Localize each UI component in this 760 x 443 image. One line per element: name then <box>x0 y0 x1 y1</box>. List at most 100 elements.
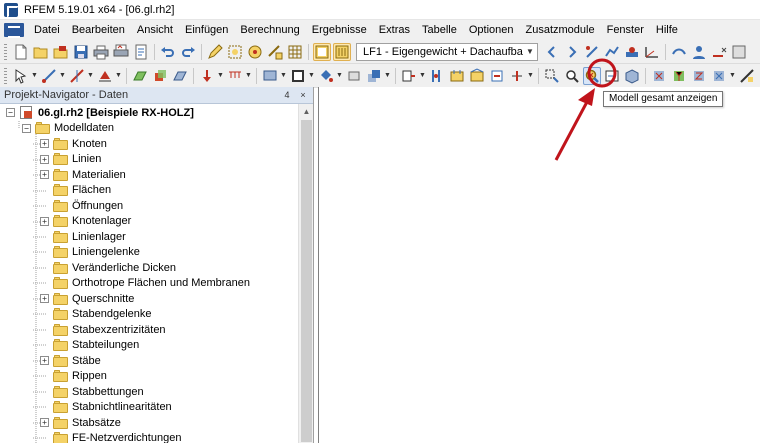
tree-row-item[interactable]: + Stabsätze <box>40 415 121 431</box>
pin-icon[interactable]: 4 <box>281 89 293 101</box>
zoom-button[interactable] <box>563 67 581 85</box>
navigator-scrollbar[interactable]: ▲ <box>298 104 313 443</box>
tree-row-project[interactable]: − 06.gl.rh2 [Beispiele RX-HOLZ] <box>6 105 194 121</box>
chevron-down-icon[interactable]: ▼ <box>115 67 122 85</box>
expand-icon[interactable]: + <box>40 418 49 428</box>
chevron-down-icon[interactable]: ▼ <box>308 67 315 85</box>
tree-row-item[interactable]: + Querschnitte <box>40 291 134 307</box>
print-button[interactable] <box>92 43 110 61</box>
tree-row-item[interactable]: Stabexzentrizitäten <box>40 322 166 338</box>
collapse-icon[interactable]: − <box>6 108 15 118</box>
line-tool-button[interactable] <box>40 67 58 85</box>
report-button[interactable] <box>132 43 150 61</box>
xyz-view-button[interactable] <box>643 43 661 61</box>
load-numbering-button[interactable] <box>508 67 526 85</box>
line-load-button[interactable] <box>226 67 244 85</box>
expand-icon[interactable]: + <box>40 154 49 164</box>
zoom-window-button[interactable] <box>543 67 561 85</box>
tree-row-model-data[interactable]: − Modelldaten <box>22 121 114 137</box>
menu-tabelle[interactable]: Tabelle <box>416 20 463 40</box>
menu-ansicht[interactable]: Ansicht <box>131 20 179 40</box>
select-button[interactable] <box>226 43 244 61</box>
tree-row-item[interactable]: + Knotenlager <box>40 214 131 230</box>
tree-row-item[interactable]: Liniengelenke <box>40 245 140 261</box>
tree-row-item[interactable]: Orthotrope Flächen und Membranen <box>40 276 250 292</box>
tree-row-item[interactable]: Stabbettungen <box>40 384 144 400</box>
chevron-down-icon[interactable]: ▼ <box>31 67 38 85</box>
expand-icon[interactable]: + <box>40 139 49 149</box>
node-numbering-button[interactable] <box>400 67 418 85</box>
visibility-button[interactable] <box>365 67 383 85</box>
model-canvas[interactable] <box>318 87 760 443</box>
expand-icon[interactable]: + <box>40 216 49 226</box>
solid-tool-button[interactable] <box>151 67 169 85</box>
member-tool-button[interactable] <box>68 67 86 85</box>
expand-icon[interactable]: + <box>40 356 49 366</box>
tree-row-item[interactable]: + Knoten <box>40 136 107 152</box>
color-button[interactable] <box>317 67 335 85</box>
toolbar-grip[interactable] <box>4 43 7 60</box>
view-x-button[interactable] <box>650 67 668 85</box>
menu-ergebnisse[interactable]: Ergebnisse <box>306 20 373 40</box>
chevron-down-icon[interactable]: ▼ <box>336 67 343 85</box>
chevron-down-icon[interactable]: ▼ <box>419 67 426 85</box>
display-button[interactable] <box>261 67 279 85</box>
chevron-down-icon[interactable]: ▼ <box>245 67 252 85</box>
mesh-tool-button[interactable] <box>171 67 189 85</box>
menu-bearbeiten[interactable]: Bearbeiten <box>66 20 131 40</box>
tree-row-item[interactable]: Stabteilungen <box>40 338 139 354</box>
expand-icon[interactable]: + <box>40 294 49 304</box>
tree-row-item[interactable]: + Linien <box>40 152 101 168</box>
scroll-up-arrow-icon[interactable]: ▲ <box>299 104 314 119</box>
menu-hilfe[interactable]: Hilfe <box>650 20 684 40</box>
results-view-button[interactable] <box>333 42 351 61</box>
view-y-button[interactable] <box>670 67 688 85</box>
surface-tool-button[interactable] <box>131 67 149 85</box>
chevron-down-icon[interactable]: ▼ <box>217 67 224 85</box>
isometric-view-button[interactable] <box>623 67 641 85</box>
model-view-button[interactable] <box>313 42 331 61</box>
open-model-button[interactable] <box>52 43 70 61</box>
axis-x-button[interactable] <box>710 43 728 61</box>
load-tool-button[interactable] <box>198 67 216 85</box>
line-numbering-button[interactable] <box>488 67 506 85</box>
grid-button[interactable] <box>286 43 304 61</box>
menu-zusatzmodule[interactable]: Zusatzmodule <box>520 20 601 40</box>
menu-optionen[interactable]: Optionen <box>463 20 520 40</box>
show-whole-model-button[interactable] <box>583 66 601 85</box>
chevron-down-icon[interactable]: ▼ <box>527 67 534 85</box>
menu-fenster[interactable]: Fenster <box>601 20 650 40</box>
document-menu-icon[interactable] <box>4 23 24 38</box>
menu-extras[interactable]: Extras <box>373 20 416 40</box>
frame-button[interactable] <box>289 67 307 85</box>
chevron-down-icon[interactable]: ▼ <box>729 67 736 85</box>
tree-row-item[interactable]: Linienlager <box>40 229 126 245</box>
tree-row-item[interactable]: Flächen <box>40 183 111 199</box>
tree-row-item[interactable]: Stabnichtlinearitäten <box>40 400 172 416</box>
tree-row-item[interactable]: Rippen <box>40 369 107 385</box>
show-results-button[interactable] <box>603 43 621 61</box>
calculate-button[interactable] <box>623 43 641 61</box>
section-button[interactable] <box>345 67 363 85</box>
snap-button[interactable] <box>246 43 264 61</box>
undo-button[interactable] <box>159 43 177 61</box>
chevron-down-icon[interactable]: ▼ <box>280 67 287 85</box>
close-icon[interactable]: × <box>297 89 309 101</box>
print-graphic-button[interactable] <box>112 43 130 61</box>
tree-row-item[interactable]: Veränderliche Dicken <box>40 260 176 276</box>
chevron-down-icon[interactable]: ▼ <box>59 67 66 85</box>
tree-row-item[interactable]: Stabendgelenke <box>40 307 152 323</box>
chevron-down-icon[interactable]: ▼ <box>87 67 94 85</box>
render-button[interactable] <box>738 67 756 85</box>
chevron-down-icon[interactable]: ▼ <box>384 67 391 85</box>
previous-load-case-button[interactable] <box>543 43 561 61</box>
load-case-options-button[interactable] <box>583 43 601 61</box>
collapse-icon[interactable]: − <box>22 123 31 133</box>
tree-row-item[interactable]: Öffnungen <box>40 198 123 214</box>
expand-icon[interactable]: + <box>40 170 49 180</box>
dimension-button[interactable] <box>266 43 284 61</box>
menu-einfuegen[interactable]: Einfügen <box>179 20 234 40</box>
redo-button[interactable] <box>179 43 197 61</box>
view-z-button[interactable] <box>690 67 708 85</box>
chevron-down-icon[interactable]: ▼ <box>523 44 537 60</box>
